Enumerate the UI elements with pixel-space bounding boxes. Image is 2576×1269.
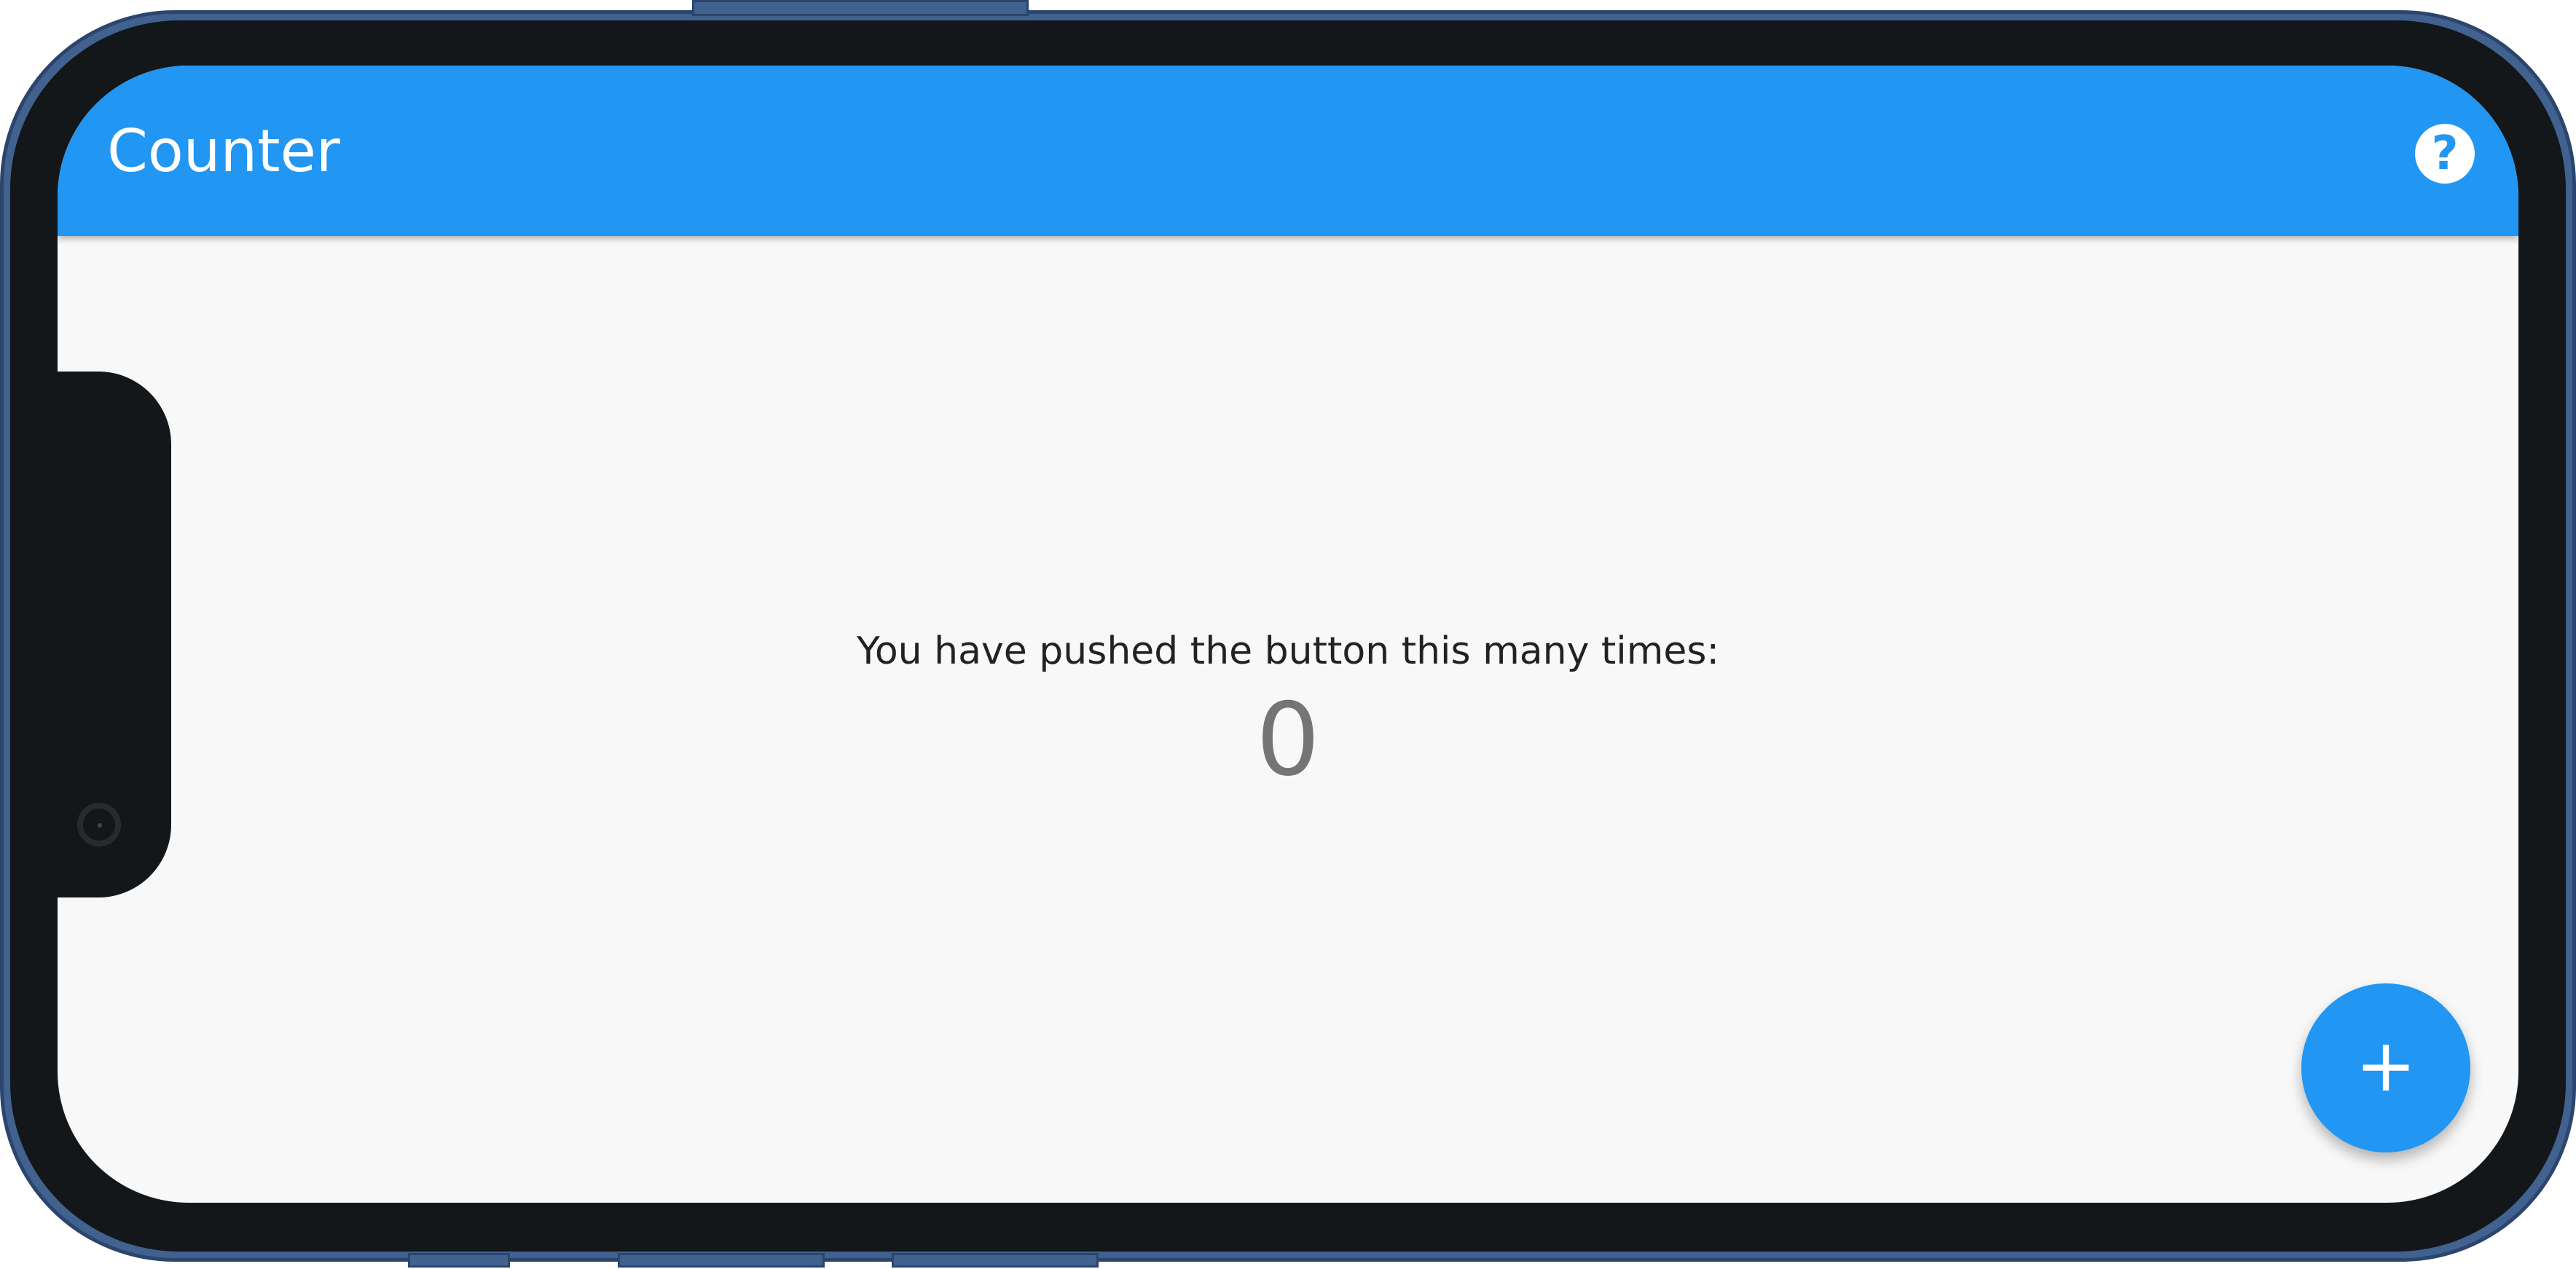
help-icon[interactable]: ? [2415,124,2475,184]
counter-message: You have pushed the button this many tim… [856,629,1719,673]
increment-button[interactable]: + [2301,983,2470,1152]
camera-notch [58,372,171,897]
device-bottom-button-3 [892,1253,1099,1268]
plus-icon: + [2355,1023,2416,1108]
camera-icon [77,803,121,846]
counter-value: 0 [1256,681,1320,798]
device-bottom-button-2 [618,1253,825,1268]
device-bottom-button-1 [408,1253,510,1268]
page-title: Counter [107,117,340,185]
device-top-button [692,0,1029,16]
app-screen: Counter ? You have pushed the button thi… [58,66,2518,1203]
app-bar: Counter ? [58,66,2518,236]
